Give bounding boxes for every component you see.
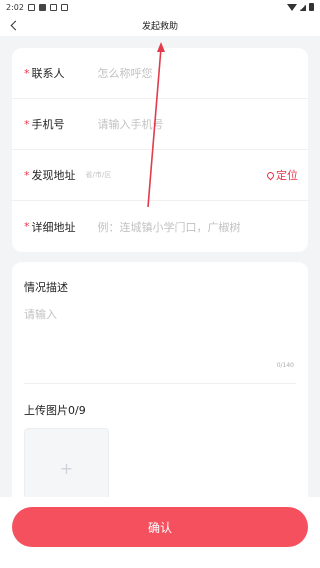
status-bar: 2:02 xyxy=(0,0,320,14)
required-mark: * xyxy=(24,66,30,80)
region-picker[interactable]: 省/市/区 xyxy=(86,170,112,180)
download-icon xyxy=(49,3,57,11)
contact-form-card: * 联系人 怎么称呼您 * 手机号 请输入手机号 * 发现地址 省/市/区 定位… xyxy=(12,48,308,252)
description-card: 情况描述 请输入 0/140 上传图片0/9 + xyxy=(12,262,308,512)
status-time: 2:02 xyxy=(6,2,24,12)
char-counter: 0/140 xyxy=(276,362,294,369)
battery-icon xyxy=(309,3,314,11)
image-notification-icon xyxy=(27,3,35,11)
locate-label: 定位 xyxy=(276,169,298,182)
detail-address-input[interactable]: 例：连城镇小学门口，广椒树 xyxy=(98,219,241,235)
upload-title: 上传图片0/9 xyxy=(24,404,86,417)
notification-icon xyxy=(60,3,68,11)
wifi-icon xyxy=(287,3,297,11)
nav-bar: 发起救助 xyxy=(0,14,320,36)
required-mark: * xyxy=(24,117,30,131)
locate-button[interactable]: 定位 xyxy=(265,167,298,183)
detail-address-label: 详细地址 xyxy=(31,220,76,234)
description-title: 情况描述 xyxy=(24,281,68,294)
confirm-button[interactable]: 确认 xyxy=(12,507,308,547)
signal-icon xyxy=(300,3,306,11)
location-pin-icon xyxy=(265,170,276,180)
plus-icon: + xyxy=(59,458,74,478)
upload-image-button[interactable]: + xyxy=(24,428,109,508)
app-notification-icon xyxy=(38,3,46,11)
divider xyxy=(24,383,296,384)
page-title: 发起救助 xyxy=(141,21,178,32)
required-mark: * xyxy=(24,168,30,182)
phone-label: 手机号 xyxy=(31,118,65,131)
contact-row[interactable]: * 联系人 怎么称呼您 xyxy=(12,48,308,99)
found-address-label: 发现地址 xyxy=(31,169,76,182)
back-chevron-icon[interactable] xyxy=(8,18,22,32)
required-mark: * xyxy=(24,220,30,233)
contact-input[interactable]: 怎么称呼您 xyxy=(98,65,153,81)
contact-label: 联系人 xyxy=(31,67,65,80)
detail-address-row[interactable]: * 详细地址 例：连城镇小学门口，广椒树 xyxy=(12,201,308,252)
found-address-row[interactable]: * 发现地址 省/市/区 定位 xyxy=(12,150,308,201)
description-textarea[interactable]: 请输入 xyxy=(24,306,57,322)
phone-input[interactable]: 请输入手机号 xyxy=(98,116,164,132)
phone-row[interactable]: * 手机号 请输入手机号 xyxy=(12,99,308,150)
